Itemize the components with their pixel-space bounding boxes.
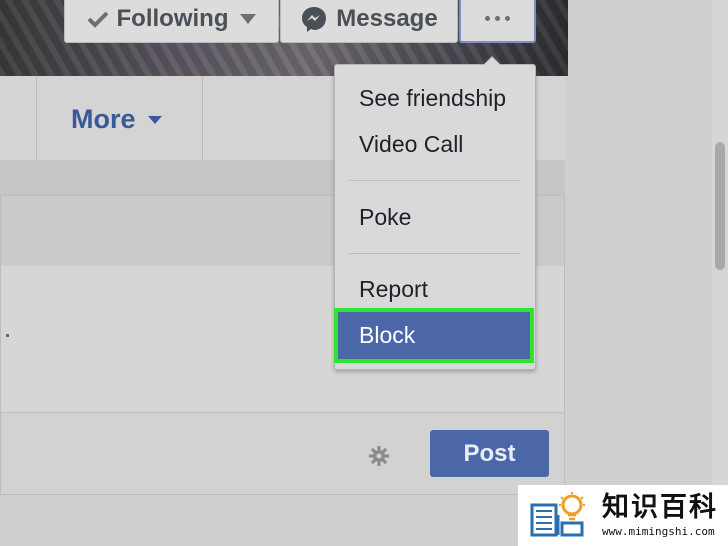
post-button[interactable]: Post	[430, 430, 549, 477]
more-dots-icon	[485, 16, 510, 21]
nav-divider	[202, 76, 203, 160]
nav-more-label: More	[71, 104, 136, 134]
caret-down-icon	[147, 115, 162, 124]
watermark-url: www.mimingshi.com	[602, 525, 715, 538]
menu-item-see-friendship[interactable]: See friendship	[359, 85, 506, 112]
message-label: Message	[336, 4, 438, 32]
check-icon	[87, 10, 109, 28]
menu-item-report[interactable]: Report	[359, 276, 428, 303]
scrollbar-track[interactable]	[712, 0, 728, 546]
nav-divider	[36, 76, 37, 160]
message-button[interactable]: Message	[280, 0, 458, 43]
menu-item-block[interactable]: Block	[334, 308, 534, 363]
scrollbar-thumb[interactable]	[715, 142, 725, 270]
book-lightbulb-logo-icon	[530, 491, 585, 536]
watermark-brand: 知识百科	[602, 492, 718, 523]
menu-item-poke[interactable]: Poke	[359, 204, 411, 231]
nav-more-tab[interactable]: More	[71, 104, 162, 135]
watermark: 知识百科 www.mimingshi.com	[518, 485, 728, 546]
more-options-button[interactable]	[459, 0, 536, 43]
text-cursor	[6, 334, 9, 337]
messenger-icon	[300, 5, 328, 33]
menu-separator	[349, 180, 521, 181]
menu-item-video-call[interactable]: Video Call	[359, 131, 463, 158]
more-options-menu: See friendship Video Call Poke Report Bl…	[334, 56, 536, 370]
chevron-down-icon	[240, 13, 257, 24]
menu-separator	[349, 253, 521, 254]
menu-item-block-label: Block	[359, 322, 416, 348]
gear-icon[interactable]	[368, 445, 390, 467]
following-button[interactable]: Following	[64, 0, 279, 43]
following-label: Following	[116, 4, 229, 32]
